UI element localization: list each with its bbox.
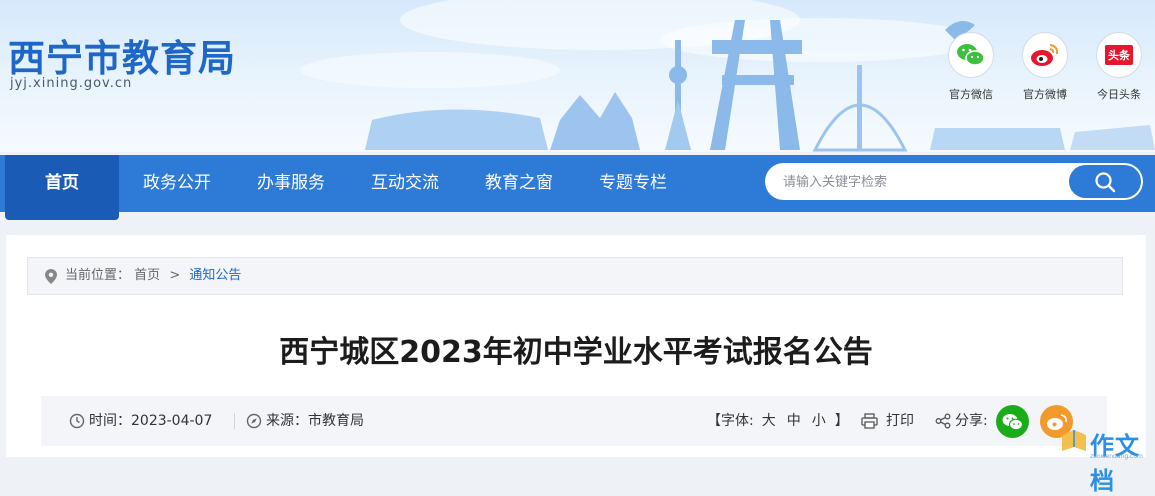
location-pin-icon (45, 269, 57, 284)
article-meta-bar: 时间：2023-04-07 来源：市教育局 【字体: 大 中 小 】 打印 分享… (41, 396, 1107, 446)
nav-item-home[interactable]: 首页 (5, 155, 119, 220)
print-button[interactable]: 打印 (861, 396, 914, 446)
font-size-close: 】 (834, 413, 849, 429)
main-nav: 首页 政务公开 办事服务 互动交流 教育之窗 专题专栏 (0, 155, 1155, 220)
share-section: 分享: (935, 396, 988, 446)
social-toutiao[interactable]: 头条 今日头条 (1089, 32, 1149, 102)
nav-item-special-topics[interactable]: 专题专栏 (576, 155, 690, 212)
watermark-book-icon (1062, 430, 1086, 451)
page-title: 西宁城区2023年初中学业水平考试报名公告 (279, 335, 873, 370)
breadcrumb: 当前位置： 首页 > 通知公告 (27, 257, 1123, 295)
nav-item-government-affairs[interactable]: 政务公开 (120, 155, 234, 212)
nav-item-interaction[interactable]: 互动交流 (348, 155, 462, 212)
wechat-icon (1002, 413, 1023, 430)
breadcrumb-home[interactable]: 首页 (134, 268, 160, 283)
article-content: 当前位置： 首页 > 通知公告 西宁城区2023年初中学业水平考试报名公告 时间… (6, 235, 1146, 457)
toutiao-badge: 头条 (1105, 45, 1133, 65)
toutiao-icon[interactable]: 头条 (1096, 32, 1142, 78)
share-wechat-button[interactable] (996, 405, 1029, 438)
search-button[interactable] (1069, 165, 1141, 198)
font-size-label: 【字体: (707, 413, 754, 429)
wechat-icon[interactable] (948, 32, 994, 78)
nav-item-education-window[interactable]: 教育之窗 (462, 155, 576, 212)
font-small-button[interactable]: 小 (812, 396, 826, 446)
breadcrumb-separator: > (169, 268, 181, 283)
social-wechat[interactable]: 官方微信 (941, 32, 1001, 102)
nav-item-services[interactable]: 办事服务 (234, 155, 348, 212)
social-weibo-label: 官方微博 (1023, 88, 1067, 101)
article-source-text: 来源：市教育局 (266, 413, 364, 429)
meta-divider (234, 413, 235, 429)
share-icon (935, 413, 951, 429)
site-logo-title[interactable]: 西宁市教育局 (8, 28, 236, 82)
search-input[interactable] (765, 163, 1085, 200)
print-label[interactable]: 打印 (886, 396, 914, 446)
publish-time: 时间：2023-04-07 (69, 396, 212, 446)
social-weibo[interactable]: 官方微博 (1015, 32, 1075, 102)
breadcrumb-prefix: 当前位置： (65, 268, 131, 283)
compass-icon (246, 413, 262, 429)
search-icon (1095, 171, 1116, 192)
site-url: jyj.xining.gov.cn (10, 76, 133, 91)
font-size-controls: 【字体: 大 中 小 】 (707, 396, 849, 446)
breadcrumb-current[interactable]: 通知公告 (189, 268, 241, 283)
publish-time-text: 时间：2023-04-07 (89, 413, 213, 429)
social-toutiao-label: 今日头条 (1097, 88, 1141, 101)
font-large-button[interactable]: 大 (762, 396, 776, 446)
weibo-icon[interactable] (1022, 32, 1068, 78)
font-medium-button[interactable]: 中 (787, 396, 801, 446)
search-box (765, 163, 1143, 200)
article-source: 来源：市教育局 (246, 396, 364, 446)
share-label: 分享: (955, 413, 988, 429)
site-watermark: 作文档 zuowendang.com (1060, 422, 1155, 495)
printer-icon (861, 413, 878, 429)
clock-icon (69, 413, 85, 429)
social-wechat-label: 官方微信 (949, 88, 993, 101)
watermark-text: 作文档 (1090, 432, 1140, 495)
site-header: 西宁市教育局 jyj.xining.gov.cn 官方微信 官方微博 头条 今日… (0, 0, 1155, 152)
